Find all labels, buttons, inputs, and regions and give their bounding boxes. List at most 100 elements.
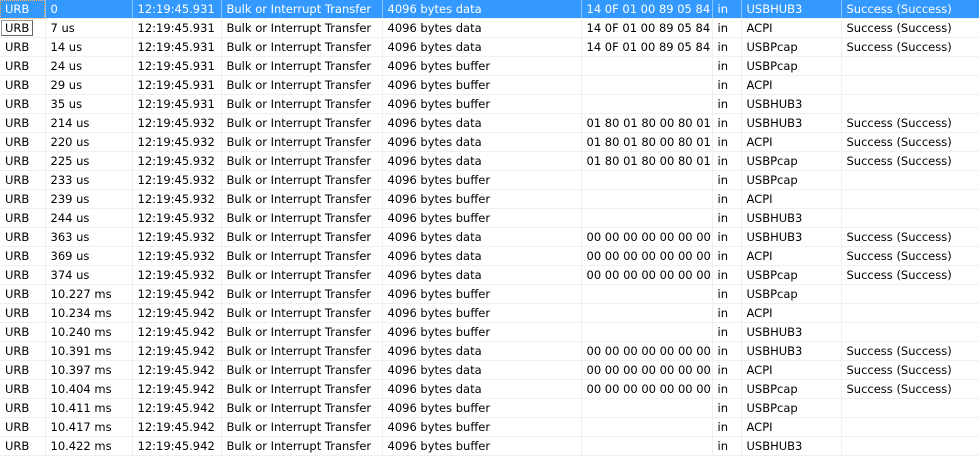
cell-direction: in — [712, 265, 742, 285]
cell-length: 4096 bytes buffer — [382, 56, 582, 76]
cell-length: 4096 bytes buffer — [382, 189, 582, 209]
table-row[interactable]: URB 29 us 12:19:45.931 Bulk or Interrupt Tr… — [0, 75, 979, 95]
table-row[interactable]: URB 10.411 ms 12:19:45.942 Bulk or Interrup… — [0, 398, 979, 418]
cell-type: URB — [0, 398, 46, 418]
cell-direction: in — [712, 341, 742, 361]
cell-function: Bulk or Interrupt Transfer — [221, 189, 383, 209]
cell-type: URB — [0, 94, 46, 114]
table-row[interactable]: URB 35 us 12:19:45.931 Bulk or Interrupt Tr… — [0, 94, 979, 114]
cell-time-offset: 363 us — [45, 227, 133, 247]
cell-length: 4096 bytes buffer — [382, 94, 582, 114]
cell-type: URB — [0, 436, 46, 456]
table-row[interactable]: URB 233 us 12:19:45.932 Bulk or Interrupt T… — [0, 170, 979, 190]
table-row[interactable]: URB 10.234 ms 12:19:45.942 Bulk or Interrup… — [0, 303, 979, 323]
cell-timestamp: 12:19:45.942 — [132, 417, 222, 437]
table-row[interactable]: URB 374 us 12:19:45.932 Bulk or Interrupt T… — [0, 265, 979, 285]
cell-device: ACPI — [741, 132, 842, 152]
cell-time-offset: 10.404 ms — [45, 379, 133, 399]
cell-direction: in — [712, 227, 742, 247]
cell-data-preview: 14 0F 01 00 89 05 84 ... — [581, 18, 713, 38]
cell-status: Success (Success) — [841, 18, 979, 38]
table-row[interactable]: URB 244 us 12:19:45.932 Bulk or Interrupt T… — [0, 208, 979, 228]
cell-type: URB — [0, 360, 46, 380]
table-row[interactable]: URB 0 12:19:45.931 Bulk or Interrupt Transf… — [0, 0, 979, 19]
cell-status — [841, 417, 979, 437]
table-row[interactable]: URB 10.391 ms 12:19:45.942 Bulk or Interrup… — [0, 341, 979, 361]
table-row[interactable]: URB 214 us 12:19:45.932 Bulk or Interrupt T… — [0, 113, 979, 133]
table-row[interactable]: URB 10.240 ms 12:19:45.942 Bulk or Interrup… — [0, 322, 979, 342]
cell-device: ACPI — [741, 246, 842, 266]
cell-time-offset: 14 us — [45, 37, 133, 57]
cell-status: Success (Success) — [841, 151, 979, 171]
cell-device: USBPcap — [741, 151, 842, 171]
cell-device: USBHUB3 — [741, 227, 842, 247]
cell-direction: in — [712, 417, 742, 437]
cell-status: Success (Success) — [841, 227, 979, 247]
cell-type: URB — [0, 37, 46, 57]
cell-device: USBHUB3 — [741, 113, 842, 133]
table-row[interactable]: URB 14 us 12:19:45.931 Bulk or Interrupt Tr… — [0, 37, 979, 57]
cell-device: USBPcap — [741, 56, 842, 76]
cell-length: 4096 bytes buffer — [382, 322, 582, 342]
table-row[interactable]: URB 10.227 ms 12:19:45.942 Bulk or Interrup… — [0, 284, 979, 304]
cell-status: Success (Success) — [841, 379, 979, 399]
cell-data-preview — [581, 417, 713, 437]
cell-status: Success (Success) — [841, 37, 979, 57]
cell-time-offset: 374 us — [45, 265, 133, 285]
cell-timestamp: 12:19:45.942 — [132, 341, 222, 361]
cell-time-offset: 10.234 ms — [45, 303, 133, 323]
table-row[interactable]: URB 363 us 12:19:45.932 Bulk or Interrupt T… — [0, 227, 979, 247]
cell-status — [841, 56, 979, 76]
cell-timestamp: 12:19:45.931 — [132, 56, 222, 76]
cell-status — [841, 208, 979, 228]
cell-function: Bulk or Interrupt Transfer — [221, 265, 383, 285]
table-row[interactable]: URB 10.397 ms 12:19:45.942 Bulk or Interrup… — [0, 360, 979, 380]
cell-status — [841, 398, 979, 418]
cell-timestamp: 12:19:45.932 — [132, 246, 222, 266]
cell-device: ACPI — [741, 360, 842, 380]
cell-timestamp: 12:19:45.942 — [132, 303, 222, 323]
cell-type: URB — [0, 189, 46, 209]
cell-type: URB — [0, 18, 46, 38]
cell-time-offset: 10.240 ms — [45, 322, 133, 342]
cell-data-preview: 00 00 00 00 00 00 00 ... — [581, 227, 713, 247]
cell-status — [841, 436, 979, 456]
cell-data-preview — [581, 56, 713, 76]
cell-function: Bulk or Interrupt Transfer — [221, 379, 383, 399]
table-row[interactable]: URB 10.404 ms 12:19:45.942 Bulk or Interrup… — [0, 379, 979, 399]
cell-function: Bulk or Interrupt Transfer — [221, 113, 383, 133]
table-row[interactable]: URB 7 us 12:19:45.931 Bulk or Interrupt Tra… — [0, 18, 979, 38]
cell-data-preview: 14 0F 01 00 89 05 84 ... — [581, 37, 713, 57]
cell-function: Bulk or Interrupt Transfer — [221, 170, 383, 190]
cell-timestamp: 12:19:45.942 — [132, 436, 222, 456]
cell-function: Bulk or Interrupt Transfer — [221, 360, 383, 380]
cell-length: 4096 bytes data — [382, 113, 582, 133]
cell-direction: in — [712, 113, 742, 133]
cell-status: Success (Success) — [841, 341, 979, 361]
table-row[interactable]: URB 220 us 12:19:45.932 Bulk or Interrupt T… — [0, 132, 979, 152]
cell-status — [841, 75, 979, 95]
table-row[interactable]: URB 369 us 12:19:45.932 Bulk or Interrupt T… — [0, 246, 979, 266]
table-row[interactable]: URB 225 us 12:19:45.932 Bulk or Interrupt T… — [0, 151, 979, 171]
table-row[interactable]: URB 10.417 ms 12:19:45.942 Bulk or Interrup… — [0, 417, 979, 437]
cell-function: Bulk or Interrupt Transfer — [221, 208, 383, 228]
cell-function: Bulk or Interrupt Transfer — [221, 56, 383, 76]
cell-length: 4096 bytes data — [382, 265, 582, 285]
cell-timestamp: 12:19:45.932 — [132, 170, 222, 190]
cell-time-offset: 24 us — [45, 56, 133, 76]
cell-time-offset: 239 us — [45, 189, 133, 209]
cell-type: URB — [0, 322, 46, 342]
table-row[interactable]: URB 10.422 ms 12:19:45.942 Bulk or Interrup… — [0, 436, 979, 456]
cell-function: Bulk or Interrupt Transfer — [221, 132, 383, 152]
table-row[interactable]: URB 239 us 12:19:45.932 Bulk or Interrupt T… — [0, 189, 979, 209]
cell-device: USBPcap — [741, 37, 842, 57]
cell-tooltip: URB — [1, 20, 34, 36]
cell-direction: in — [712, 94, 742, 114]
table-row[interactable]: URB 24 us 12:19:45.931 Bulk or Interrupt Tr… — [0, 56, 979, 76]
cell-direction: in — [712, 18, 742, 38]
cell-direction: in — [712, 37, 742, 57]
cell-device: USBPcap — [741, 398, 842, 418]
cell-type: URB — [0, 303, 46, 323]
cell-direction: in — [712, 436, 742, 456]
cell-function: Bulk or Interrupt Transfer — [221, 417, 383, 437]
